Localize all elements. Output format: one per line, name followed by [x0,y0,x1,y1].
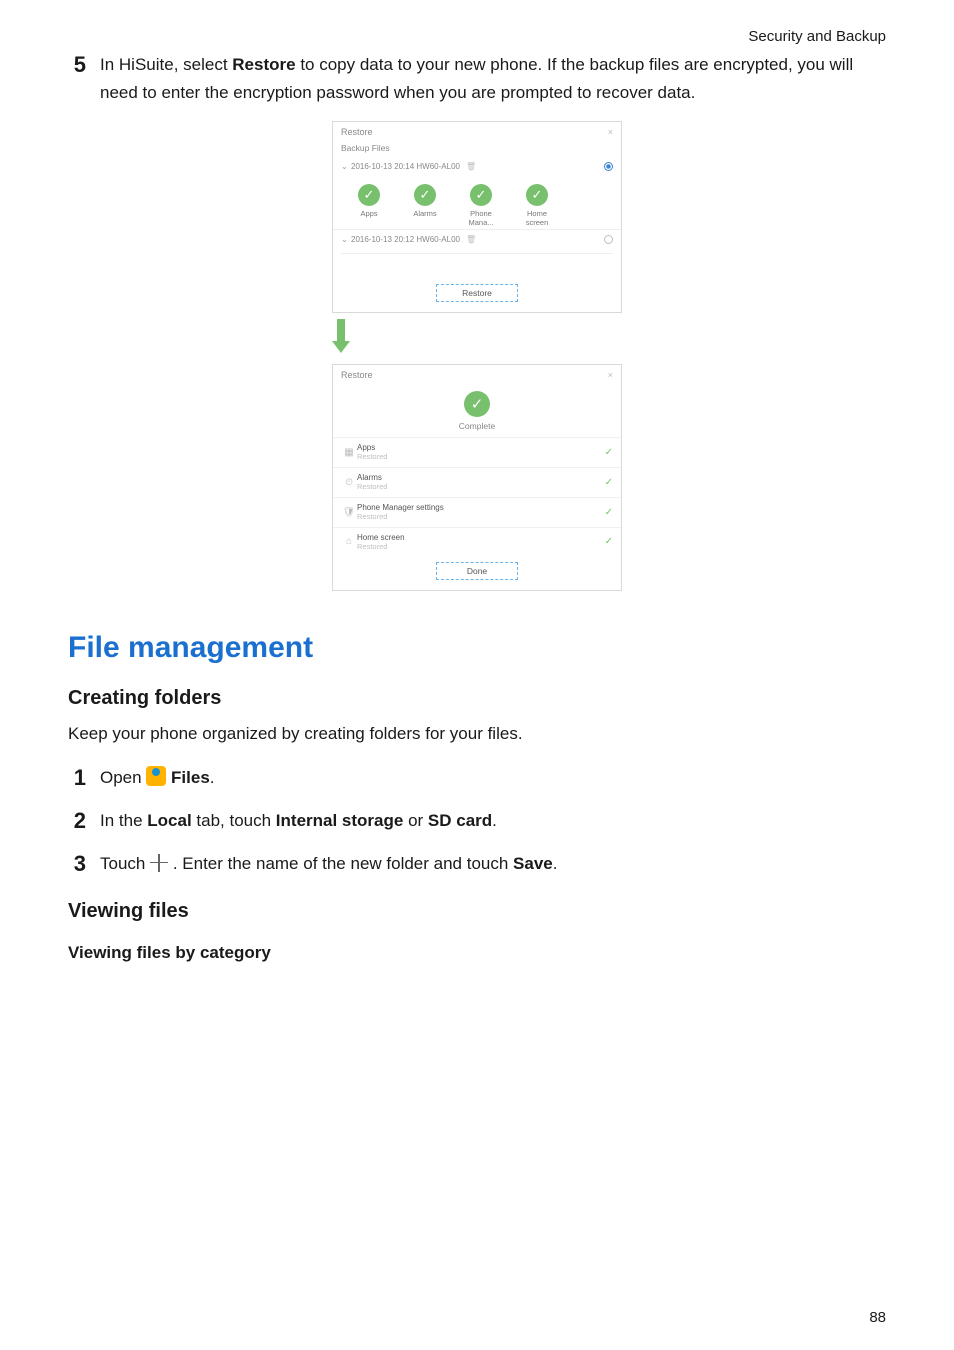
result-apps: ▦ Apps Restored ✓ [333,437,621,467]
restore-button[interactable]: Restore [436,284,518,302]
check-icon: ✓ [414,184,436,206]
trash-icon[interactable]: 🗑 [466,162,476,171]
item-phone-manager[interactable]: ✓ Phone Mana... [459,184,503,227]
section-heading-file-management: File management [68,631,886,665]
step-number: 3 [68,850,86,879]
dialog2-close-icon[interactable]: × [608,370,613,380]
backup-row-2[interactable]: ⌄ 2016-10-13 20:12 HW60-AL00 🗑 [333,229,621,249]
dialog1-title: Restore [341,127,373,137]
dialog1-close-icon[interactable]: × [608,127,613,137]
complete-label: Complete [333,421,621,431]
restore-screenshot-group: Restore × Backup Files ⌄ 2016-10-13 20:1… [332,121,622,591]
check-icon: ✓ [470,184,492,206]
step1-prefix: Open [100,768,146,787]
files-app-icon [146,766,166,786]
step1-suffix: . [210,768,215,787]
chevron-right-icon: ⌄ [341,235,351,244]
backup1-radio[interactable] [604,162,613,171]
check-icon: ✓ [605,536,613,547]
trash-icon[interactable]: 🗑 [466,235,476,244]
creating-step-3: 3 Touch . Enter the name of the new fold… [68,850,886,879]
item-home-screen[interactable]: ✓ Home screen [515,184,559,227]
subhead-viewing-files: Viewing files [68,900,886,923]
backup-row-1[interactable]: ⌄ 2016-10-13 20:14 HW60-AL00 🗑 [333,157,621,176]
step-5: 5 In HiSuite, select Restore to copy dat… [68,51,886,107]
backup2-radio[interactable] [604,235,613,244]
chevron-down-icon: ⌄ [341,162,351,171]
result-alarms: ⏲ Alarms Restored ✓ [333,467,621,497]
result-home-screen: ⌂ Home screen Restored ✓ [333,527,621,557]
check-icon: ✓ [605,507,613,518]
check-icon: ✓ [526,184,548,206]
step-number: 1 [68,764,86,793]
step2-text: In the Local tab, touch Internal storage… [100,807,497,835]
step3-mid: . Enter the name of the new folder and t… [173,854,513,873]
item-apps[interactable]: ✓ Apps [347,184,391,227]
step3-prefix: Touch [100,854,150,873]
creating-folders-intro: Keep your phone organized by creating fo… [68,720,886,748]
page-number: 88 [869,1309,886,1326]
step1-app-name: Files [171,768,210,787]
step-5-text: In HiSuite, select Restore to copy data … [100,51,886,107]
shield-icon: 🛡 [341,507,357,518]
step3-suffix: . [553,854,558,873]
home-icon: ⌂ [341,536,357,547]
check-icon: ✓ [605,477,613,488]
apps-grid-icon: ▦ [341,447,357,458]
subhead-creating-folders: Creating folders [68,687,886,710]
complete-check-icon: ✓ [464,391,490,417]
subsubhead-viewing-by-category: Viewing files by category [68,943,886,963]
arrow-down-icon [332,319,350,353]
creating-step-1: 1 Open Files. [68,764,886,793]
backup2-label: 2016-10-13 20:12 HW60-AL00 [351,235,460,244]
restore-select-dialog: Restore × Backup Files ⌄ 2016-10-13 20:1… [332,121,622,313]
step-5-number: 5 [68,51,86,80]
dialog1-subhead: Backup Files [333,140,621,157]
restore-complete-dialog: Restore × ✓ Complete ▦ Apps Restored ✓ ⏲… [332,364,622,591]
plus-icon [150,854,168,872]
step3-save: Save [513,854,553,873]
check-icon: ✓ [358,184,380,206]
step-number: 2 [68,807,86,836]
backup1-label: 2016-10-13 20:14 HW60-AL00 [351,162,460,171]
item-alarms[interactable]: ✓ Alarms [403,184,447,227]
clock-icon: ⏲ [341,477,357,488]
done-button[interactable]: Done [436,562,518,580]
running-header: Security and Backup [68,28,886,45]
dialog2-title: Restore [341,370,373,380]
creating-step-2: 2 In the Local tab, touch Internal stora… [68,807,886,836]
result-phone-manager: 🛡 Phone Manager settings Restored ✓ [333,497,621,527]
backup-items-row: ✓ Apps ✓ Alarms ✓ Phone Mana... ✓ Home s… [333,176,621,229]
check-icon: ✓ [605,447,613,458]
